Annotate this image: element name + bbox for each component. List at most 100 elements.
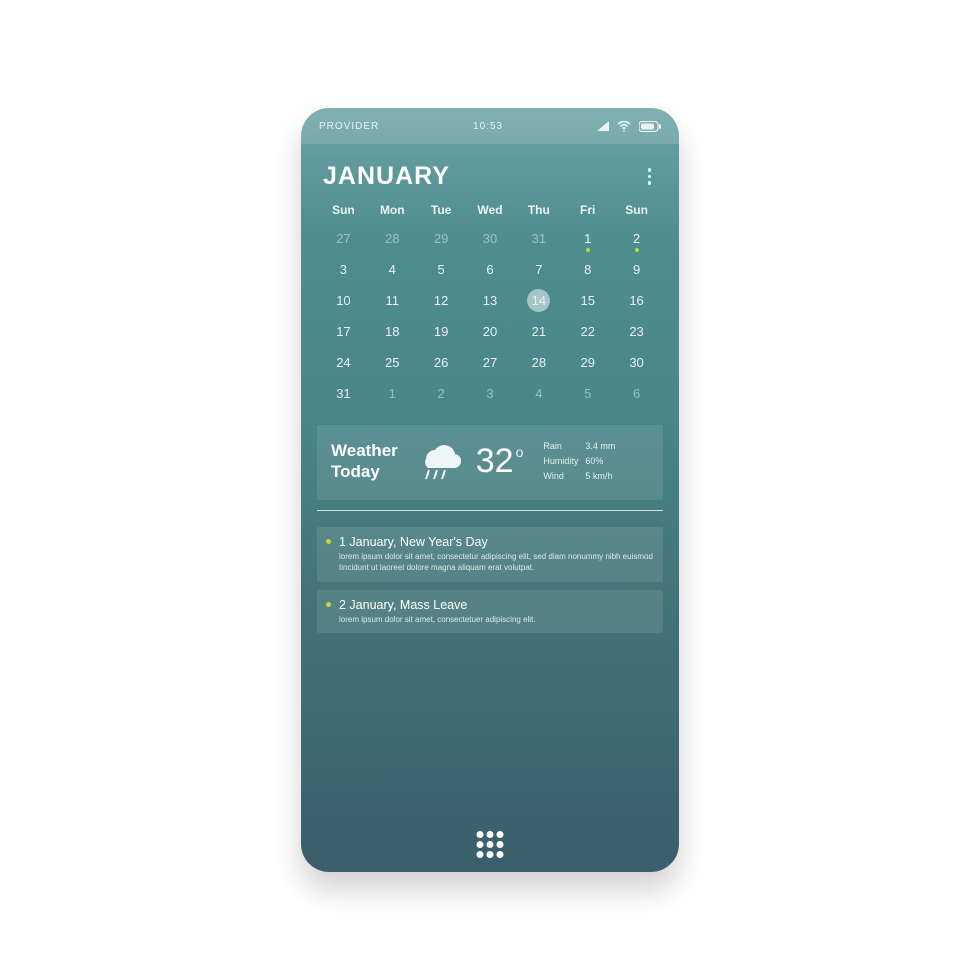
day-number: 29 xyxy=(580,355,594,370)
day-cell[interactable]: 29 xyxy=(417,223,466,254)
day-cell[interactable]: 7 xyxy=(514,254,563,285)
day-cell[interactable]: 3 xyxy=(466,378,515,409)
day-cell[interactable]: 14 xyxy=(514,285,563,316)
day-cell[interactable]: 4 xyxy=(368,254,417,285)
day-number: 22 xyxy=(580,324,594,339)
day-cell[interactable]: 10 xyxy=(319,285,368,316)
rain-cloud-icon xyxy=(412,437,462,486)
status-icons xyxy=(597,121,661,132)
day-number: 2 xyxy=(633,231,640,246)
day-number: 1 xyxy=(584,231,591,246)
day-number: 25 xyxy=(385,355,399,370)
day-cell[interactable]: 19 xyxy=(417,316,466,347)
day-number: 6 xyxy=(633,386,640,401)
calendar-row: 31 1 2 3 4 5 6 xyxy=(319,378,661,409)
day-cell[interactable]: 28 xyxy=(514,347,563,378)
event-title: 2 January, Mass Leave xyxy=(339,598,653,612)
day-cell[interactable]: 2 xyxy=(612,223,661,254)
day-number: 24 xyxy=(336,355,350,370)
day-cell[interactable]: 8 xyxy=(563,254,612,285)
home-button[interactable] xyxy=(477,831,504,858)
calendar-row: 24 25 2627 28 29 30 xyxy=(319,347,661,378)
day-cell[interactable]: 1 xyxy=(563,223,612,254)
day-cell[interactable]: 5 xyxy=(417,254,466,285)
day-cell[interactable]: 2 xyxy=(417,378,466,409)
calendar-row: 10 11 1213 14 1516 xyxy=(319,285,661,316)
day-number: 18 xyxy=(385,324,399,339)
day-cell[interactable]: 27 xyxy=(466,347,515,378)
weekday-label: Tue xyxy=(417,203,466,217)
phone-frame: PROVIDER 10:53 JANUARY SunMonTueWedThuFr… xyxy=(301,108,679,872)
day-number: 31 xyxy=(336,386,350,401)
day-cell[interactable]: 30 xyxy=(612,347,661,378)
day-number: 3 xyxy=(486,386,493,401)
day-cell[interactable]: 29 xyxy=(563,347,612,378)
weekday-label: Sun xyxy=(319,203,368,217)
day-number: 27 xyxy=(336,231,350,246)
calendar-row: 17 18 19 20 21 22 23 xyxy=(319,316,661,347)
day-cell[interactable]: 24 xyxy=(319,347,368,378)
day-number: 11 xyxy=(386,293,400,308)
day-number: 28 xyxy=(532,355,546,370)
day-cell[interactable]: 22 xyxy=(563,316,612,347)
day-cell[interactable]: 15 xyxy=(563,285,612,316)
weather-stats: Rain3.4 mm Humidity60% Wind5 km/h xyxy=(543,439,615,485)
month-title: JANUARY xyxy=(323,162,450,191)
day-cell[interactable]: 28 xyxy=(368,223,417,254)
day-cell[interactable]: 27 xyxy=(319,223,368,254)
day-number: 31 xyxy=(532,231,546,246)
day-cell[interactable]: 13 xyxy=(466,285,515,316)
calendar-row: 27 282930 31 1 2 xyxy=(319,223,661,254)
day-cell[interactable]: 6 xyxy=(612,378,661,409)
day-number: 23 xyxy=(629,324,643,339)
weather-card[interactable]: Weather Today 32 o Rain3.4 mm Humidity60… xyxy=(317,425,663,500)
day-cell[interactable]: 26 xyxy=(417,347,466,378)
event-card[interactable]: 1 January, New Year's Day lorem ipsum dol… xyxy=(317,527,663,582)
day-cell[interactable]: 12 xyxy=(417,285,466,316)
day-number: 6 xyxy=(486,262,493,277)
wifi-icon xyxy=(617,121,631,132)
signal-icon xyxy=(597,121,609,131)
event-dot xyxy=(586,248,590,252)
day-cell[interactable]: 31 xyxy=(514,223,563,254)
weather-title: Weather Today xyxy=(331,441,398,482)
day-cell[interactable]: 5 xyxy=(563,378,612,409)
battery-icon xyxy=(639,121,661,132)
event-description: lorem ipsum dolor sit amet, consectetuer… xyxy=(339,615,653,626)
day-number: 14 xyxy=(532,293,546,308)
weekday-row: SunMonTueWedThuFriSun xyxy=(319,203,661,217)
day-cell[interactable]: 4 xyxy=(514,378,563,409)
day-cell[interactable]: 9 xyxy=(612,254,661,285)
day-cell[interactable]: 25 xyxy=(368,347,417,378)
day-cell[interactable]: 23 xyxy=(612,316,661,347)
weekday-label: Sun xyxy=(612,203,661,217)
day-number: 21 xyxy=(532,324,546,339)
day-cell[interactable]: 18 xyxy=(368,316,417,347)
event-description: lorem ipsum dolor sit amet, consectetur … xyxy=(339,552,653,574)
temperature: 32 o xyxy=(476,442,524,481)
day-number: 7 xyxy=(535,262,542,277)
day-number: 1 xyxy=(389,386,396,401)
day-cell[interactable]: 1 xyxy=(368,378,417,409)
day-cell[interactable]: 6 xyxy=(466,254,515,285)
day-cell[interactable]: 30 xyxy=(466,223,515,254)
calendar-row: 345 6 7 89 xyxy=(319,254,661,285)
status-time: 10:53 xyxy=(473,121,503,132)
day-cell[interactable]: 11 xyxy=(368,285,417,316)
event-title: 1 January, New Year's Day xyxy=(339,535,653,549)
event-card[interactable]: 2 January, Mass Leave lorem ipsum dolor s… xyxy=(317,590,663,634)
day-number: 19 xyxy=(434,324,448,339)
more-menu-icon[interactable] xyxy=(642,162,658,191)
day-cell[interactable]: 20 xyxy=(466,316,515,347)
day-cell[interactable]: 16 xyxy=(612,285,661,316)
day-cell[interactable]: 17 xyxy=(319,316,368,347)
day-cell[interactable]: 3 xyxy=(319,254,368,285)
weekday-label: Mon xyxy=(368,203,417,217)
events-list: 1 January, New Year's Day lorem ipsum dol… xyxy=(301,511,679,633)
day-number: 20 xyxy=(483,324,497,339)
day-number: 4 xyxy=(535,386,542,401)
provider-label: PROVIDER xyxy=(319,121,379,132)
day-cell[interactable]: 21 xyxy=(514,316,563,347)
day-cell[interactable]: 31 xyxy=(319,378,368,409)
day-number: 2 xyxy=(438,386,445,401)
